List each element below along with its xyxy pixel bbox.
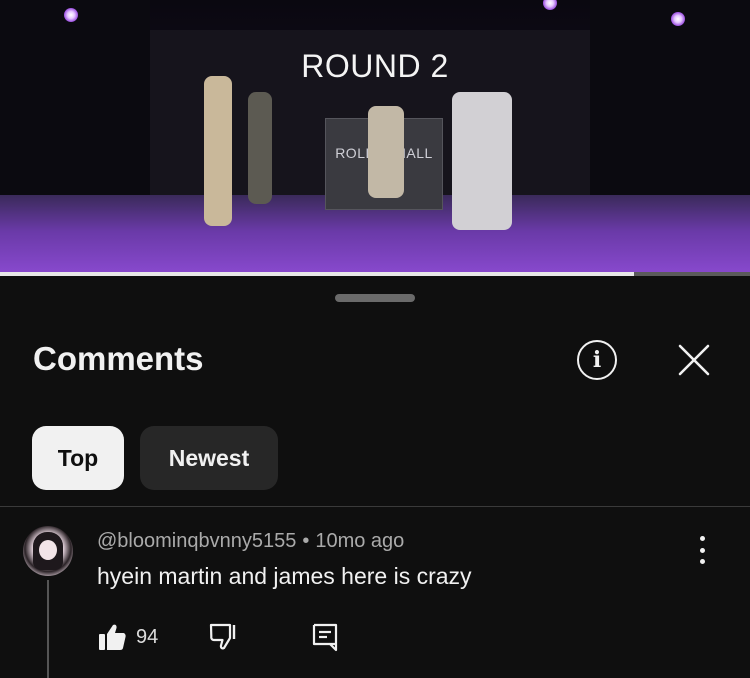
thread-line	[47, 580, 49, 678]
stage-light	[671, 12, 685, 26]
comment-text: hyein martin and james here is crazy	[97, 563, 472, 589]
comment-author[interactable]: @bloominqbvnny5155	[97, 530, 296, 552]
more-options-icon[interactable]	[690, 536, 714, 564]
reply-icon[interactable]	[311, 622, 339, 652]
drag-handle[interactable]	[335, 294, 415, 302]
dancer-figure	[204, 76, 232, 226]
filter-chip-top[interactable]: Top	[32, 426, 124, 490]
thumbs-down-icon[interactable]	[208, 622, 238, 652]
close-icon[interactable]	[676, 342, 712, 378]
panel-title: Comments	[33, 340, 204, 377]
info-icon[interactable]: i	[577, 340, 617, 380]
like-count: 94	[136, 626, 159, 648]
avatar[interactable]	[23, 526, 73, 576]
video-player[interactable]: ROLL HALL ROUND 2	[0, 0, 750, 276]
thumbs-up-icon[interactable]	[97, 622, 127, 652]
meta-separator: •	[302, 530, 310, 552]
divider	[0, 506, 750, 507]
comment-meta: @bloominqbvnny5155 • 10mo ago	[97, 530, 404, 553]
judge-figure	[368, 106, 404, 198]
comments-panel: Comments i Top Newest @bloominqbvnny5155…	[0, 276, 750, 678]
stage-light	[543, 0, 557, 10]
dancer-figure	[452, 92, 512, 230]
stage-light	[64, 8, 78, 22]
comment-time: 10mo ago	[315, 530, 405, 552]
person-figure	[248, 92, 272, 204]
filter-chip-newest[interactable]: Newest	[140, 426, 278, 490]
video-overlay-title: ROUND 2	[301, 48, 449, 84]
